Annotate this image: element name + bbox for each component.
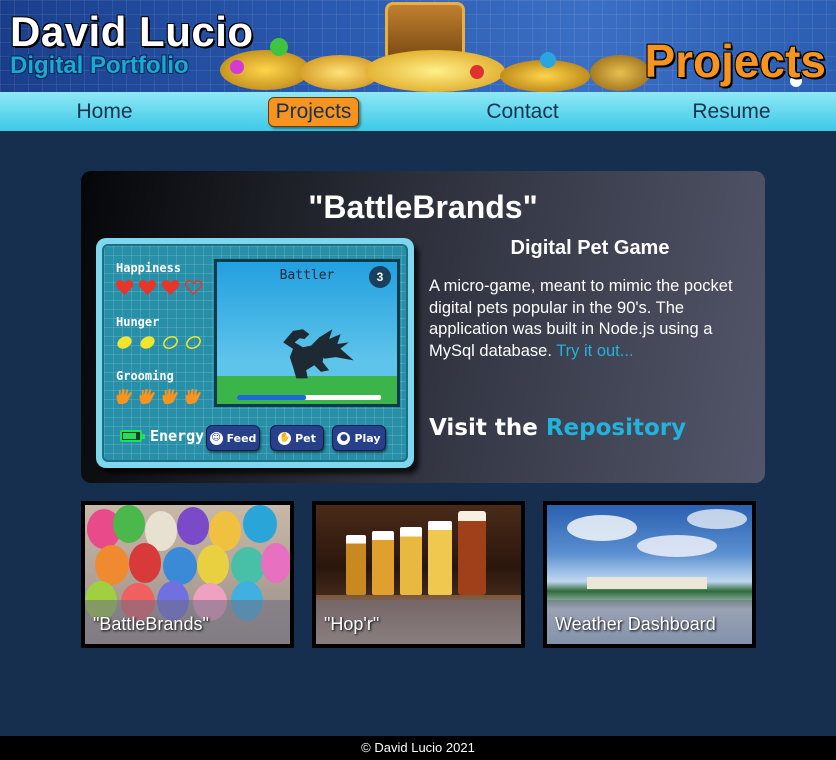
heart-outline-icon xyxy=(184,280,203,296)
site-title: David Lucio xyxy=(10,8,254,55)
dragon-pet-icon xyxy=(283,329,354,379)
battery-icon xyxy=(120,430,145,442)
heart-icon xyxy=(161,279,180,296)
pet-screen: Battler 3 xyxy=(214,259,400,407)
pet-progress-fill xyxy=(237,395,307,400)
lemon-outline-icon xyxy=(186,336,201,349)
project-image-hopr: "Hop'r" xyxy=(316,505,521,644)
energy-indicator: Energy xyxy=(120,427,204,445)
project-card-hopr[interactable]: "Hop'r" xyxy=(312,501,525,648)
project-caption-weather: Weather Dashboard xyxy=(547,600,752,644)
heart-icon xyxy=(115,279,134,296)
feed-button[interactable]: ☺ Feed xyxy=(206,425,260,451)
nav-item-resume[interactable]: Resume xyxy=(627,92,836,131)
project-image-battlebrands: "BattleBrands" xyxy=(85,505,290,644)
project-caption-battlebrands: "BattleBrands" xyxy=(85,600,290,644)
play-button-label: Play xyxy=(354,431,381,445)
site-header: David Lucio Digital Portfolio Projects xyxy=(0,0,836,92)
try-it-out-link[interactable]: Try it out... xyxy=(556,342,633,360)
site-footer: © David Lucio 2021 xyxy=(0,736,836,760)
featured-project-title: "BattleBrands" xyxy=(308,189,538,225)
main-nav: Home Projects Contact Resume xyxy=(0,92,836,131)
smiley-icon: ☺ xyxy=(209,431,223,445)
nav-contact-label[interactable]: Contact xyxy=(479,98,565,126)
repository-link[interactable]: Repository xyxy=(546,415,686,441)
game-panel: Happiness Hunger Grooming Battler 3 Ener… xyxy=(102,244,408,462)
level-badge: 3 xyxy=(369,266,391,288)
energy-label: Energy xyxy=(150,427,205,445)
play-button[interactable]: ● Play xyxy=(332,425,386,451)
game-screenshot[interactable]: Happiness Hunger Grooming Battler 3 Ener… xyxy=(96,238,414,468)
heart-icon xyxy=(138,279,157,296)
hunger-icons xyxy=(115,334,203,351)
hand-icon xyxy=(162,388,179,405)
project-image-weather: Weather Dashboard xyxy=(547,505,752,644)
project-card-weather[interactable]: Weather Dashboard xyxy=(543,501,756,648)
featured-project-description: A micro-game, meant to mimic the pocket … xyxy=(429,276,745,362)
pet-button-label: Pet xyxy=(295,431,316,445)
site-subtitle: Digital Portfolio xyxy=(10,52,189,79)
pet-button[interactable]: ✋ Pet xyxy=(270,425,324,451)
visit-repository: Visit the Repository xyxy=(429,415,686,441)
nav-item-projects[interactable]: Projects xyxy=(209,92,418,131)
lemon-outline-icon xyxy=(163,336,178,349)
nav-item-contact[interactable]: Contact xyxy=(418,92,627,131)
lemon-icon xyxy=(140,336,155,349)
page-heading: Projects xyxy=(644,35,826,87)
lemon-icon xyxy=(117,336,132,349)
project-card-battlebrands[interactable]: "BattleBrands" xyxy=(81,501,294,648)
visit-prefix: Visit the xyxy=(429,415,538,441)
feed-button-label: Feed xyxy=(226,431,257,445)
stat-label-grooming: Grooming xyxy=(116,369,174,383)
hand-icon xyxy=(139,388,156,405)
nav-resume-label[interactable]: Resume xyxy=(685,98,777,126)
featured-project-subtitle: Digital Pet Game xyxy=(510,237,670,259)
project-caption-hopr: "Hop'r" xyxy=(316,600,521,644)
nav-projects-label[interactable]: Projects xyxy=(267,96,360,127)
hand-icon xyxy=(116,388,133,405)
grooming-icons xyxy=(115,388,203,405)
pet-progress-bar xyxy=(237,395,381,400)
featured-project-card: "BattleBrands" Happiness Hunger Grooming xyxy=(81,171,765,483)
hand-icon: ✋ xyxy=(278,431,292,445)
stat-label-hunger: Hunger xyxy=(116,315,160,329)
footer-copyright: © David Lucio 2021 xyxy=(361,740,475,755)
happiness-icons xyxy=(115,279,203,296)
hand-icon xyxy=(185,388,202,405)
nav-home-label[interactable]: Home xyxy=(69,98,139,126)
stat-label-happiness: Happiness xyxy=(116,261,182,275)
ball-icon: ● xyxy=(337,431,351,445)
nav-item-home[interactable]: Home xyxy=(0,92,209,131)
battery-fill xyxy=(123,433,136,439)
